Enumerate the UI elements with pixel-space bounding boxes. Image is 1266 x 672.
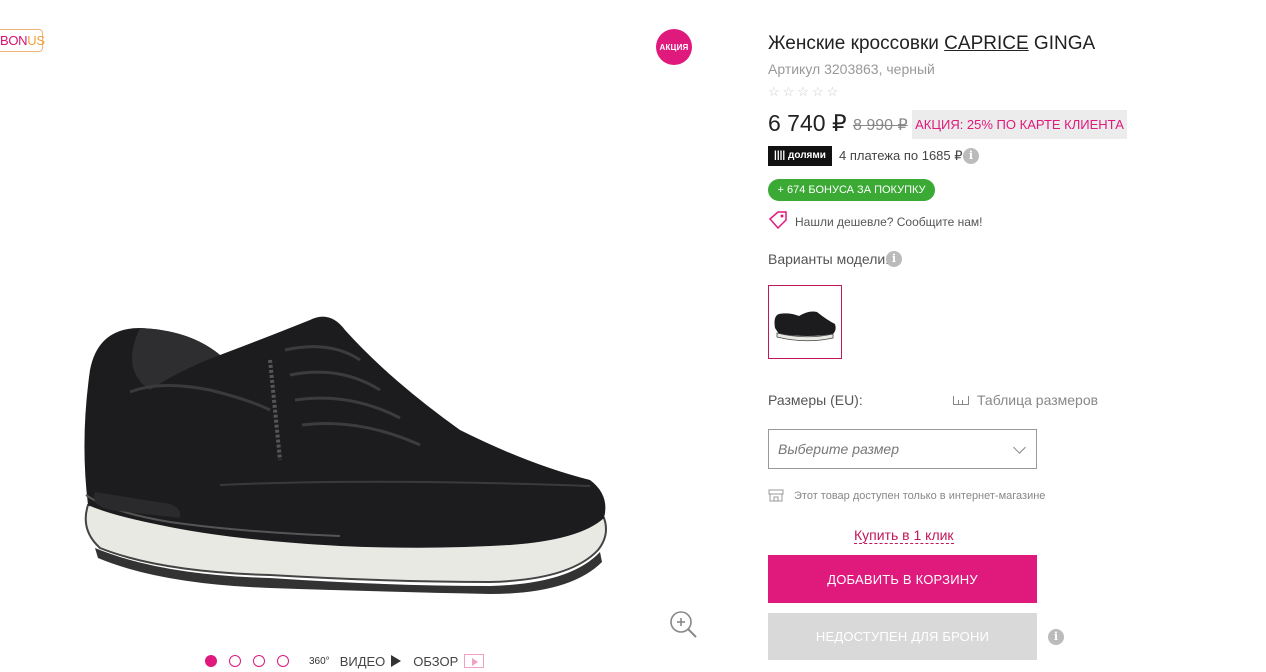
title-prefix: Женские кроссовки (768, 33, 945, 54)
bonus-pill: + 674 БОНУСА ЗА ПОКУПКУ (768, 179, 935, 201)
promo-label: АКЦИЯ: 25% ПО КАРТЕ КЛИЕНТА (912, 110, 1127, 139)
online-only-note: Этот товар доступен только в интернет-ма… (794, 490, 1046, 502)
review-button[interactable]: ОБЗОР (413, 653, 485, 669)
sizes-label: Размеры (EU): (768, 392, 863, 408)
video-button[interactable]: ВИДЕО (340, 654, 414, 669)
installments-text: 4 платежа по 1685 ₽ (839, 148, 963, 163)
size-table-link[interactable]: Таблица размеров (953, 392, 1098, 408)
gallery-dot[interactable] (277, 655, 289, 667)
gallery-dot[interactable] (205, 655, 217, 667)
video-label: ВИДЕО (339, 653, 386, 669)
zoom-in-icon[interactable] (667, 608, 699, 640)
title-model: GINGA (1028, 33, 1096, 54)
gallery-dot[interactable] (253, 655, 265, 667)
size-select-placeholder: Выберите размер (778, 441, 899, 457)
info-icon[interactable]: i (963, 148, 979, 164)
old-price: 8 990 ₽ (853, 117, 908, 134)
review-label: ОБЗОР (413, 653, 459, 669)
view-360-button[interactable]: 360° (309, 656, 330, 667)
info-icon[interactable]: i (1048, 629, 1064, 645)
bonus-badge: BONUS (0, 29, 45, 52)
gallery-dot[interactable] (229, 655, 241, 667)
rating-stars[interactable]: ☆☆☆☆☆ (768, 84, 841, 100)
variants-label: Варианты модели: (768, 251, 890, 267)
add-to-cart-button[interactable]: ДОБАВИТЬ В КОРЗИНУ (768, 555, 1037, 603)
store-icon (768, 489, 784, 502)
brand-link[interactable]: CAPRICE (944, 33, 1028, 54)
current-price: 6 740 ₽ (768, 110, 847, 136)
article-number: Артикул 3203863, черный (768, 61, 935, 77)
promo-badge: АКЦИЯ (656, 29, 692, 65)
ruler-icon (953, 395, 969, 405)
chevron-down-icon (1013, 441, 1026, 454)
buy-one-click-link[interactable]: Купить в 1 клик (854, 527, 954, 544)
gallery-nav: 360° ВИДЕО ОБЗОР (205, 650, 485, 672)
variant-thumbnail[interactable] (768, 285, 842, 359)
product-title: Женские кроссовки CAPRICE GINGA (768, 33, 1095, 55)
bonus-badge-suffix: US (27, 33, 45, 48)
info-icon[interactable]: i (886, 251, 902, 267)
dolyami-logo: |||| долями (768, 146, 832, 166)
found-cheaper-link[interactable]: Нашли дешевле? Сообщите нам! (795, 215, 982, 229)
bonus-badge-prefix: BON (0, 33, 28, 48)
price-tag-icon (768, 211, 787, 229)
review-video-icon (464, 654, 485, 668)
product-image[interactable] (70, 300, 630, 600)
size-table-label: Таблица размеров (977, 392, 1099, 408)
reserve-button-disabled: НЕДОСТУПЕН ДЛЯ БРОНИ (768, 613, 1037, 660)
size-select[interactable]: Выберите размер (768, 429, 1037, 469)
play-icon (391, 655, 402, 667)
